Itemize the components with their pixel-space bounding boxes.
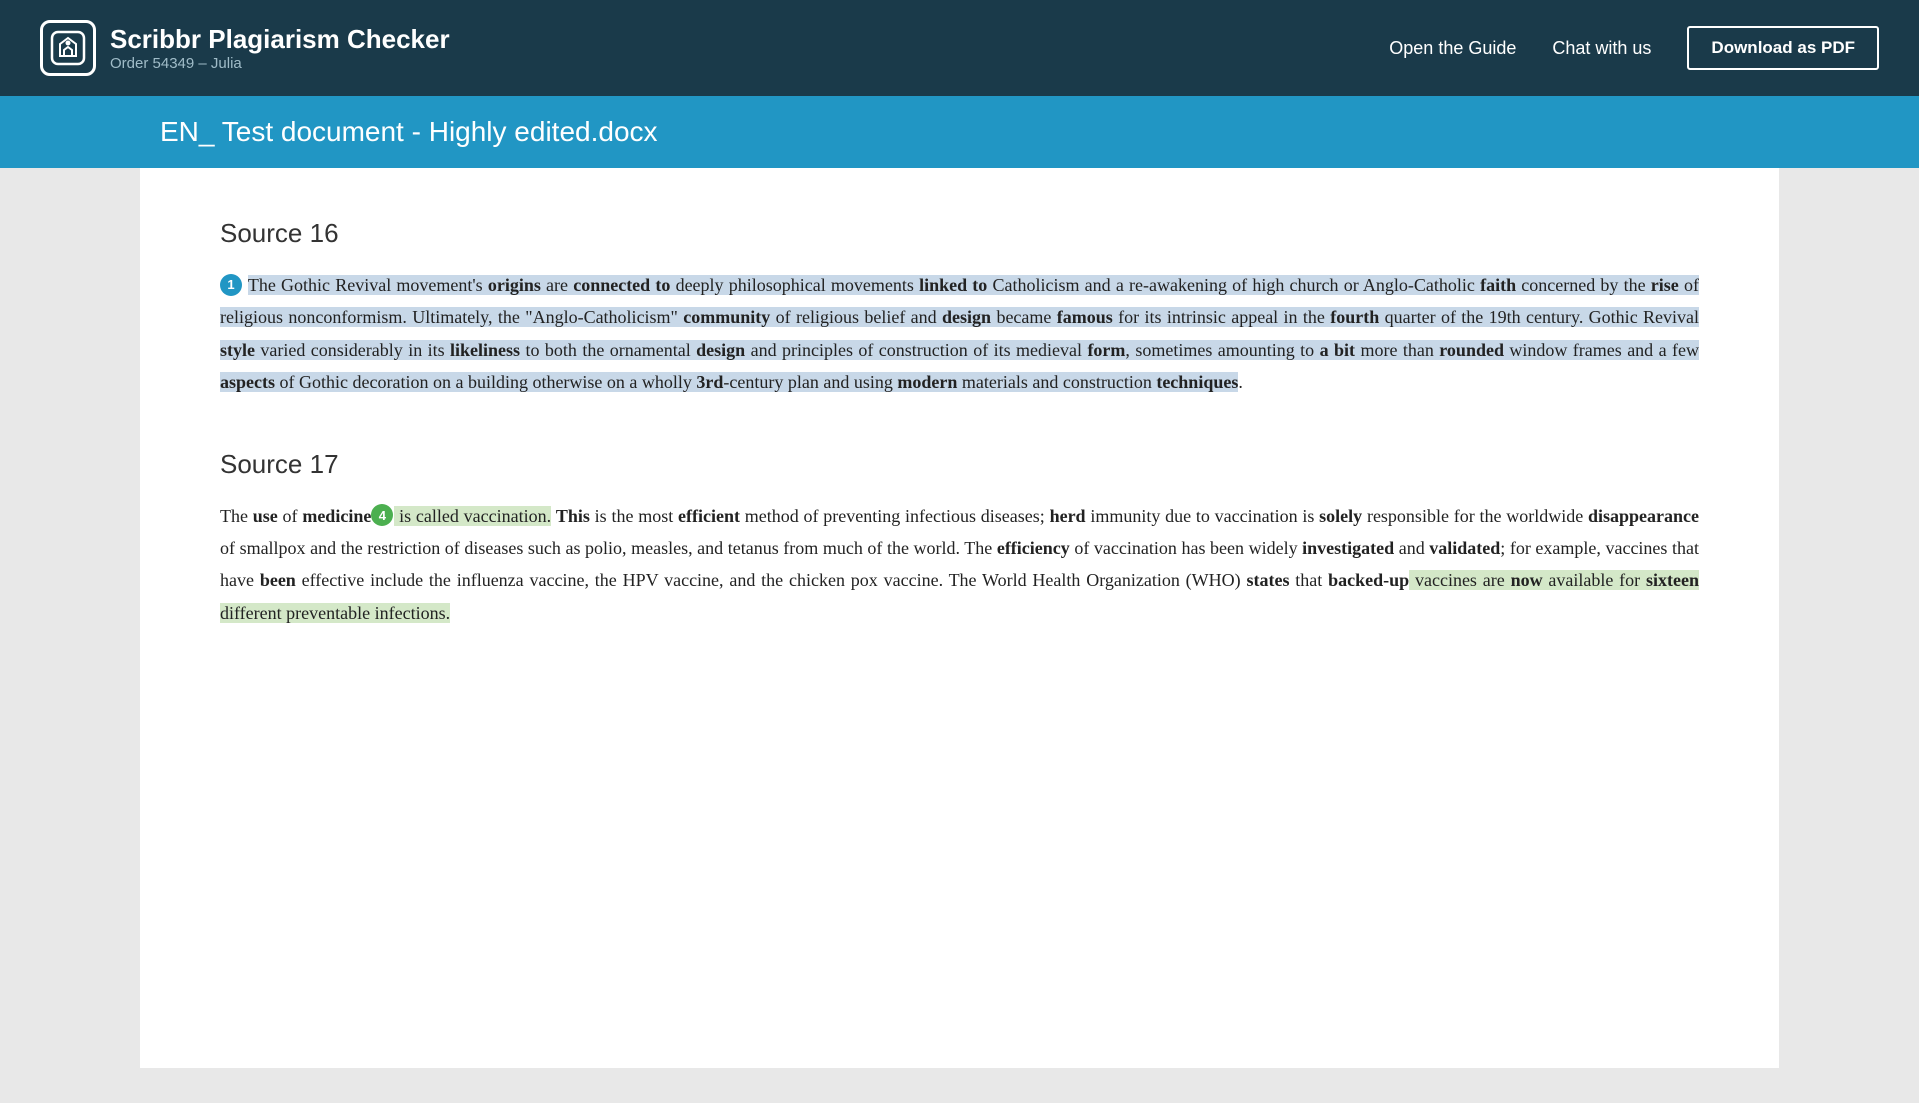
source-17-section: Source 17 The use of medicine4 is called… bbox=[220, 449, 1699, 630]
logo-text: Scribbr Plagiarism Checker Order 54349 –… bbox=[110, 24, 450, 72]
logo-area: Scribbr Plagiarism Checker Order 54349 –… bbox=[40, 20, 1389, 76]
app-title: Scribbr Plagiarism Checker bbox=[110, 24, 450, 55]
left-gutter bbox=[0, 168, 140, 1068]
badge-4: 4 bbox=[371, 504, 393, 526]
text-segment-hl: is called vaccination. bbox=[394, 506, 551, 526]
site-header: Scribbr Plagiarism Checker Order 54349 –… bbox=[0, 0, 1919, 96]
title-bar: EN_ Test document - Highly edited.docx bbox=[0, 96, 1919, 168]
source-17-paragraph: The use of medicine4 is called vaccinati… bbox=[220, 500, 1699, 630]
open-guide-link[interactable]: Open the Guide bbox=[1389, 38, 1516, 59]
chat-link[interactable]: Chat with us bbox=[1552, 38, 1651, 59]
source-16-paragraph: 1 The Gothic Revival movement's origins … bbox=[220, 269, 1699, 399]
right-gutter bbox=[1779, 168, 1919, 1068]
download-pdf-button[interactable]: Download as PDF bbox=[1687, 26, 1879, 70]
period-16: . bbox=[1238, 372, 1243, 392]
document-area: Source 16 1 The Gothic Revival movement'… bbox=[140, 168, 1779, 1068]
source-16-section: Source 16 1 The Gothic Revival movement'… bbox=[220, 218, 1699, 399]
source-17-heading: Source 17 bbox=[220, 449, 1699, 480]
text-segment-hl2: vaccines are now available for sixteen d… bbox=[220, 570, 1699, 622]
header-nav: Open the Guide Chat with us Download as … bbox=[1389, 26, 1879, 70]
badge-1: 1 bbox=[220, 274, 242, 296]
source-16-heading: Source 16 bbox=[220, 218, 1699, 249]
logo-icon bbox=[40, 20, 96, 76]
text-segment: The Gothic Revival movement's origins ar… bbox=[220, 275, 1699, 392]
order-info: Order 54349 – Julia bbox=[110, 55, 450, 72]
content-wrapper: Source 16 1 The Gothic Revival movement'… bbox=[0, 168, 1919, 1068]
document-filename: EN_ Test document - Highly edited.docx bbox=[160, 116, 1759, 148]
